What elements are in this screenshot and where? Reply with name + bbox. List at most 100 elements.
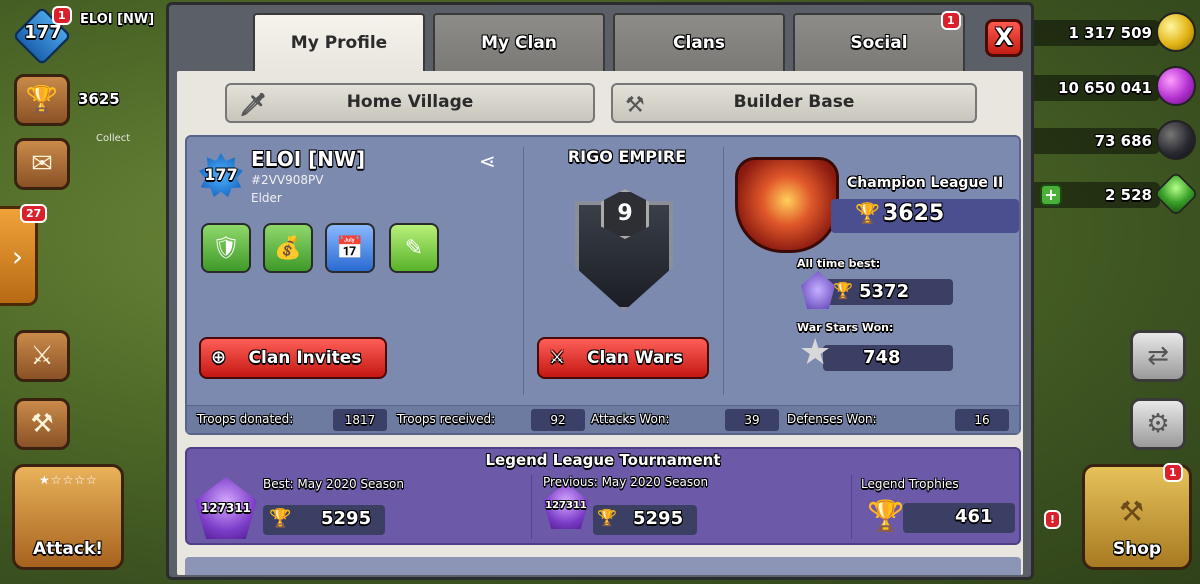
column-divider (723, 147, 724, 395)
player-notification-badge: 1 (52, 6, 72, 25)
stat-value: 92 (531, 409, 585, 431)
settings-button[interactable]: ⚙ (1130, 398, 1186, 450)
close-button[interactable]: X (985, 19, 1023, 57)
clan-wars-button[interactable]: ⚔ Clan Wars (537, 337, 709, 379)
best-trophies-bar: 🏆 5295 (263, 505, 385, 535)
league-trophies: 3625 (883, 201, 945, 226)
builder-base-label: Builder Base (733, 92, 855, 112)
stat-label: Defenses Won: (787, 412, 877, 426)
tab-my-profile[interactable]: My Profile (253, 13, 425, 75)
trophy-icon: 🏆 (25, 85, 59, 115)
profile-card: 177 ELOI [NW] #2VV908PV Elder ⋖ 🛡 💰 📅 ✎ … (185, 135, 1021, 435)
previous-season-label: Previous: May 2020 Season (543, 475, 709, 489)
home-village-button[interactable]: 🗡 Home Village (225, 83, 595, 123)
legend-trophy-icon: 🏆 (867, 499, 905, 534)
player-name: ELOI [NW] (251, 147, 366, 171)
stat-label: Attacks Won: (591, 412, 670, 426)
trophy-icon: 🏆 (269, 508, 292, 529)
column-divider (523, 147, 524, 395)
hammer-icon: ⚒ (30, 409, 54, 439)
tab-my-clan[interactable]: My Clan (433, 13, 605, 73)
clan-invites-button[interactable]: ⊕ Clan Invites (199, 337, 387, 379)
share-replay-button[interactable]: ⇄ (1130, 330, 1186, 382)
social-notification-badge: 1 (941, 11, 961, 30)
all-time-best-label: All time best: (797, 257, 881, 270)
attack-label: Attack! (32, 539, 104, 559)
trophy-button[interactable]: 🏆 (14, 74, 70, 126)
barbarian-king-icon[interactable]: 🛡 (201, 223, 251, 273)
stats-bar: Troops donated: 1817 Troops received: 92… (187, 405, 1019, 433)
clan-name[interactable]: RIGO EMPIRE (527, 147, 727, 166)
tab-clans[interactable]: Clans (613, 13, 785, 73)
builder-button[interactable]: ⚒ (14, 398, 70, 450)
profile-body: 🗡 Home Village ⚒ Builder Base 177 ELOI [… (177, 71, 1023, 575)
gem-icon[interactable] (1153, 171, 1199, 217)
stat-value: 1817 (333, 409, 387, 431)
tab-social[interactable]: Social (793, 13, 965, 73)
profile-panel: My Profile My Clan Clans Social 1 X 🗡 Ho… (166, 2, 1034, 580)
xp-level: 177 (24, 22, 62, 43)
magic-items-icon[interactable]: 💰 (263, 223, 313, 273)
stat-label: Troops received: (397, 412, 496, 426)
war-stars-bar: 748 (823, 345, 953, 371)
attack-button[interactable]: ★☆☆☆☆ Attack! (12, 464, 124, 570)
hud-player-name[interactable]: ELOI [NW] (80, 12, 154, 27)
clan-invites-label: Clan Invites (248, 348, 362, 368)
arrows-icon: ⇄ (1147, 341, 1169, 371)
collect-label[interactable]: Collect (96, 133, 130, 144)
gold-amount: 1 317 509 (1020, 20, 1160, 46)
edit-icon[interactable]: ✎ (389, 223, 439, 273)
trophy-icon: 🏆 (855, 201, 880, 225)
stat-label: Troops donated: (197, 412, 294, 426)
chevron-right-icon: › (11, 239, 24, 273)
buy-gems-button[interactable]: + (1040, 184, 1062, 206)
hud-trophy-count: 3625 (78, 90, 120, 108)
side-notification-badge: 27 (20, 204, 48, 223)
legend-trophies-value: 461 (955, 506, 993, 527)
shop-notification-badge: 1 (1163, 463, 1183, 482)
level-badge: 177 (199, 153, 243, 197)
misc-notification-badge: ! (1044, 510, 1062, 529)
star-icon: ★☆☆☆☆ (39, 473, 98, 487)
tournament-title: Legend League Tournament (485, 451, 721, 469)
best-season-label: Best: May 2020 Season (263, 477, 404, 491)
mail-icon: ✉ (31, 149, 53, 179)
previous-rank-badge: 127311 (543, 483, 589, 529)
league-trophy-bar: 🏆 3625 (831, 199, 1019, 233)
mail-button[interactable]: ✉ (14, 138, 70, 190)
home-village-label: Home Village (346, 92, 474, 112)
column-divider (531, 475, 532, 539)
gear-icon: ⚙ (1146, 409, 1170, 439)
legend-shield-icon (801, 271, 835, 309)
swords-icon: ⚔ (30, 341, 54, 371)
clan-wars-label: Clan Wars (587, 348, 683, 368)
builder-base-button[interactable]: ⚒ Builder Base (611, 83, 977, 123)
legend-tournament-card: Legend League Tournament 127311 Best: Ma… (185, 447, 1021, 545)
dark-elixir-icon (1156, 120, 1196, 160)
swords-icon: ⚔ (549, 347, 566, 368)
sword-icon: 🗡 (239, 93, 267, 118)
all-time-best-value: 5372 (859, 281, 910, 302)
share-icon[interactable]: ⋖ (479, 149, 496, 173)
hammer-icon: ⚒ (1119, 495, 1146, 528)
star-icon: ★ (799, 332, 832, 373)
search-icon: ⊕ (211, 347, 227, 368)
previous-trophies-bar: 🏆 5295 (593, 505, 697, 535)
axes-icon: ⚒ (625, 93, 645, 118)
league-emblem[interactable] (735, 157, 839, 253)
best-trophies: 5295 (321, 508, 372, 529)
best-rank-badge: 127311 (195, 477, 257, 539)
battle-log-button[interactable]: ⚔ (14, 330, 70, 382)
elixir-amount: 10 650 041 (1020, 75, 1160, 101)
legend-trophies-bar: 461 (903, 503, 1015, 533)
left-hud: 177 1 ELOI [NW] 🏆 3625 Collect ✉ 27 › ⚔ … (0, 0, 170, 584)
previous-trophies: 5295 (633, 508, 684, 529)
shop-button[interactable]: 1 ⚒ Shop (1082, 463, 1192, 570)
tab-bar: My Profile My Clan Clans Social (253, 13, 965, 75)
player-tag[interactable]: #2VV908PV (251, 173, 323, 187)
shop-label: Shop (1112, 539, 1162, 559)
gold-icon (1156, 12, 1196, 52)
legend-trophies-label: Legend Trophies (861, 477, 959, 491)
trophy-icon: 🏆 (597, 508, 617, 527)
calendar-icon[interactable]: 📅 (325, 223, 375, 273)
